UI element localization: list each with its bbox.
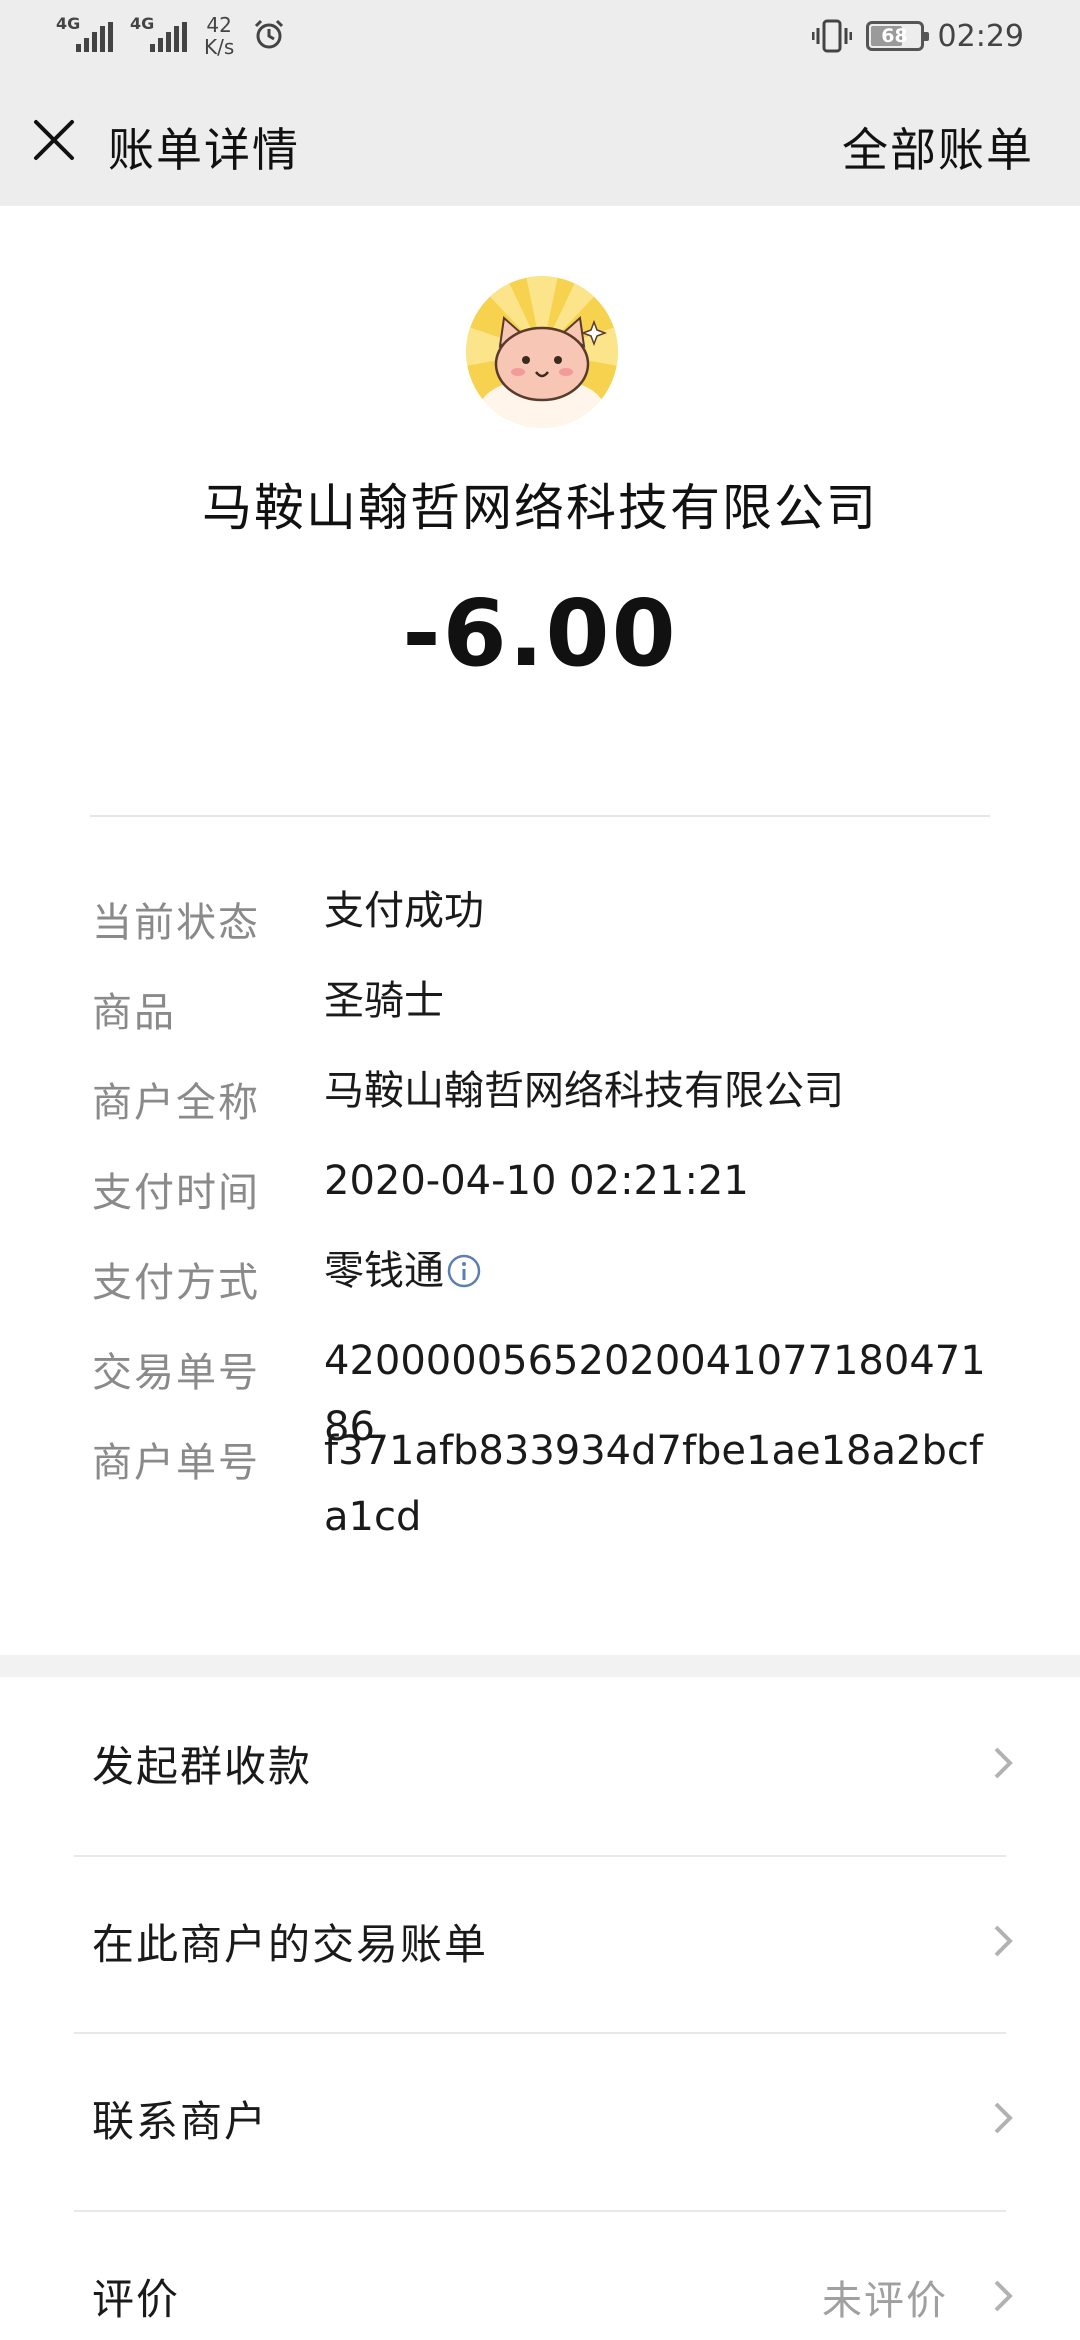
detail-label: 当前状态	[92, 900, 260, 946]
speed-unit: K/s	[204, 35, 235, 59]
menu-label: 评价	[92, 2275, 181, 2324]
clock: 02:29	[937, 18, 1024, 54]
menu-review[interactable]: 评价 未评价	[0, 2210, 1080, 2340]
section-separator	[0, 1655, 1080, 1677]
chevron-right-icon	[994, 2102, 1013, 2134]
detail-value: f371afb833934d7fbe1ae18a2bcfa1cd	[324, 1428, 983, 1540]
alarm-icon	[255, 19, 284, 49]
signal-icon: 4G	[56, 14, 113, 56]
detail-label: 支付方式	[92, 1260, 260, 1306]
menu-label: 在此商户的交易账单	[92, 1920, 489, 1969]
review-status: 未评价	[822, 2278, 948, 2324]
chevron-right-icon	[994, 2280, 1013, 2312]
chevron-right-icon	[994, 1747, 1013, 1779]
detail-label: 支付时间	[92, 1170, 260, 1216]
all-bills-link[interactable]: 全部账单	[842, 114, 1034, 180]
detail-label: 交易单号	[92, 1350, 260, 1396]
detail-value: 马鞍山翰哲网络科技有限公司	[324, 1068, 844, 1114]
merchant-avatar	[466, 276, 618, 428]
status-right: 68 02:29	[811, 18, 1024, 54]
nav-bar: 账单详情 全部账单	[0, 72, 1080, 206]
detail-label: 商户单号	[92, 1440, 260, 1486]
detail-value: 2020-04-10 02:21:21	[324, 1158, 749, 1204]
info-icon[interactable]	[446, 1253, 482, 1289]
menu-label: 发起群收款	[92, 1742, 313, 1791]
close-icon[interactable]	[30, 116, 78, 164]
network-speed: 42 K/s	[204, 14, 234, 58]
detail-label: 商品	[92, 990, 176, 1036]
payment-method: 零钱通	[324, 1248, 444, 1294]
status-bar: 4G 4G 42 K/s 68 02:29	[0, 0, 1080, 72]
detail-value: 零钱通	[324, 1238, 1004, 1304]
divider	[90, 815, 990, 817]
detail-label: 商户全称	[92, 1080, 260, 1126]
menu-label: 联系商户	[92, 2097, 269, 2146]
battery-level: 68	[881, 25, 908, 47]
menu-merchant-bills[interactable]: 在此商户的交易账单	[0, 1855, 1080, 2031]
speed-value: 42	[206, 13, 232, 37]
signal-icon-2: 4G	[130, 14, 187, 56]
detail-value: 支付成功	[324, 888, 484, 934]
menu-group-collect[interactable]: 发起群收款	[0, 1677, 1080, 1853]
menu-contact-merchant[interactable]: 联系商户	[0, 2032, 1080, 2208]
battery-icon: 68	[865, 21, 929, 51]
payment-amount: -6.00	[402, 580, 678, 687]
detail-value: 圣骑士	[324, 978, 444, 1024]
vibrate-icon	[811, 19, 852, 53]
page-title: 账单详情	[108, 123, 300, 177]
chevron-right-icon	[994, 1925, 1013, 1957]
merchant-name: 马鞍山翰哲网络科技有限公司	[202, 479, 878, 537]
status-left: 4G 4G 42 K/s	[56, 14, 286, 58]
